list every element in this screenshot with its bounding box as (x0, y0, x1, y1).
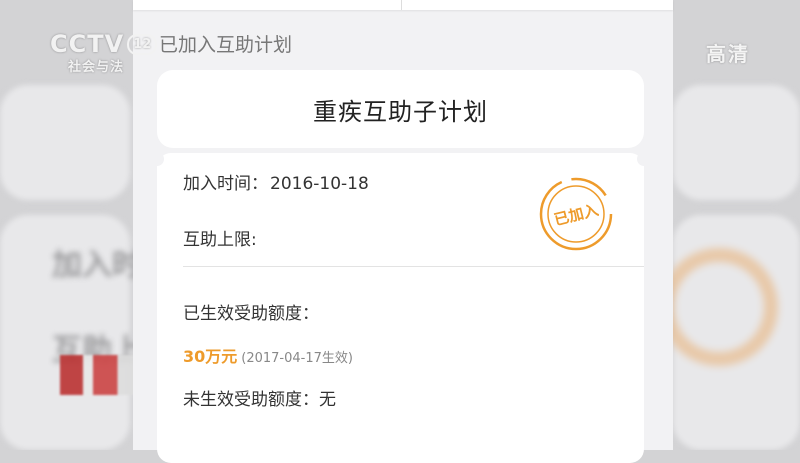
channel-number: 12 (127, 34, 158, 55)
hd-badge: 高清 (706, 42, 750, 66)
channel-subtitle: 社会与法 (68, 60, 125, 75)
plan-card[interactable]: 重疾互助子计划 (157, 70, 644, 148)
join-time-label: 加入时间： (183, 174, 268, 194)
effective-date-note: (2017-04-17生效) (241, 351, 353, 366)
not-effective-label: 未生效受助额度： (183, 390, 319, 410)
join-time-value: 2016-10-18 (270, 174, 369, 194)
effective-label: 已生效受助额度： (183, 304, 319, 324)
bg-thumbnail-strip (60, 355, 142, 395)
bg-blur-text-1: 加入时 (52, 248, 142, 283)
tab-divider (401, 0, 402, 10)
effective-amount-row: 30万元 (2017-04-17生效) (183, 343, 353, 367)
bg-blur-stamp-ring (660, 248, 778, 366)
plan-detail-card: 加入时间： 2016-10-18 互助上限: 已加入 已生效受助额度： 30万元(… (150, 152, 651, 463)
limit-label: 互助上限: (183, 230, 257, 250)
limit-row: 互助上限: (183, 225, 259, 250)
join-time-row: 加入时间： 2016-10-18 (183, 169, 369, 194)
effective-amount: 30万元 (183, 347, 238, 366)
channel-logo: CCTV 12 社会与法 (50, 30, 158, 75)
channel-logo-text: CCTV (50, 30, 125, 58)
section-title: 已加入互助计划 (159, 34, 293, 56)
not-effective-row: 未生效受助额度：无 (183, 385, 336, 410)
top-tab-strip (133, 0, 673, 10)
divider (183, 266, 644, 267)
not-effective-value: 无 (319, 390, 336, 410)
bg-blur-card-right (673, 85, 800, 200)
plan-name: 重疾互助子计划 (313, 97, 488, 126)
app-screen: 已加入互助计划 重疾互助子计划 加入时间： 2016-10-18 互助上限: 已加… (133, 0, 673, 463)
joined-stamp-icon: 已加入 (537, 175, 615, 253)
bg-blur-card-top (0, 85, 130, 200)
